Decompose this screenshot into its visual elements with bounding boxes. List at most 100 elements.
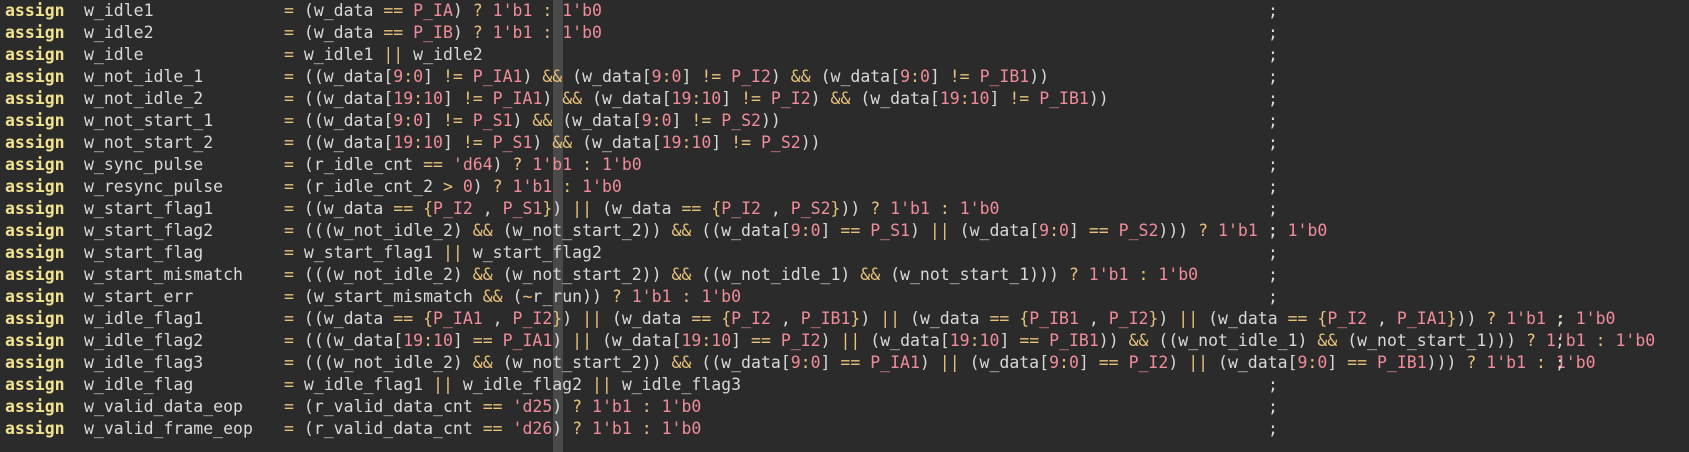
semicolon: ;: [1268, 1, 1278, 20]
assign-target: w_idle2: [84, 23, 154, 42]
code-line[interactable]: assign w_idle_flag2 = (((w_data[19:10] == …: [0, 330, 1689, 352]
code-line[interactable]: assign w_not_idle_1 = ((w_data[9:0] != P_I…: [0, 66, 1689, 88]
semicolon: ;: [1268, 111, 1278, 130]
semicolon: ;: [1268, 221, 1278, 240]
code-area[interactable]: assign w_idle1 = (w_data == P_IA) ? 1'b1 :…: [0, 0, 1689, 440]
assign-target: w_not_idle_1: [84, 67, 204, 86]
code-line[interactable]: assign w_resync_pulse = (r_idle_cnt_2 > 0)…: [0, 176, 1689, 198]
assign-expression: = (((w_data[19:10] == P_IA1) || (w_data[…: [284, 331, 1656, 350]
code-line[interactable]: assign w_start_err = (w_start_mismatch && …: [0, 286, 1689, 308]
assign-target: w_not_start_1: [84, 111, 214, 130]
assign-expression: = (w_data == P_IB) ? 1'b1 : 1'b0: [284, 23, 602, 42]
assign-target: w_start_mismatch: [84, 265, 243, 284]
keyword-token: assign: [5, 45, 65, 64]
assign-target: w_idle1: [84, 1, 154, 20]
keyword-token: assign: [5, 331, 65, 350]
semicolon: ;: [1268, 155, 1278, 174]
keyword-token: assign: [5, 89, 65, 108]
semicolon: ;: [1268, 287, 1278, 306]
keyword-token: assign: [5, 199, 65, 218]
semicolon: ;: [1268, 133, 1278, 152]
keyword-token: assign: [5, 353, 65, 372]
assign-expression: = (((w_not_idle_2) && (w_not_start_2)) &…: [284, 221, 1328, 240]
assign-target: w_idle_flag1: [84, 309, 204, 328]
code-line[interactable]: assign w_idle_flag1 = ((w_data == {P_IA1 ,…: [0, 308, 1689, 330]
code-line[interactable]: assign w_start_flag2 = (((w_not_idle_2) &&…: [0, 220, 1689, 242]
semicolon: ;: [1268, 243, 1278, 262]
keyword-token: assign: [5, 287, 65, 306]
semicolon: ;: [1555, 331, 1565, 350]
semicolon: ;: [1268, 397, 1278, 416]
semicolon: ;: [1268, 23, 1278, 42]
assign-expression: = (r_idle_cnt_2 > 0) ? 1'b1 : 1'b0: [284, 177, 622, 196]
code-line[interactable]: assign w_idle_flag = w_idle_flag1 || w_idl…: [0, 374, 1689, 396]
assign-expression: = ((w_data[9:0] != P_S1) && (w_data[9:0]…: [284, 111, 781, 130]
assign-target: w_idle_flag3: [84, 353, 204, 372]
semicolon: ;: [1268, 375, 1278, 394]
assign-expression: = (r_valid_data_cnt == 'd26) ? 1'b1 : 1'…: [284, 419, 702, 438]
assign-target: w_sync_pulse: [84, 155, 204, 174]
code-line[interactable]: assign w_idle_flag3 = (((w_not_idle_2) && …: [0, 352, 1689, 374]
semicolon: ;: [1268, 199, 1278, 218]
keyword-token: assign: [5, 397, 65, 416]
assign-target: w_idle_flag2: [84, 331, 204, 350]
code-line[interactable]: assign w_not_start_2 = ((w_data[19:10] != …: [0, 132, 1689, 154]
keyword-token: assign: [5, 419, 65, 438]
keyword-token: assign: [5, 155, 65, 174]
keyword-token: assign: [5, 265, 65, 284]
assign-expression: = (((w_not_idle_2) && (w_not_start_2)) &…: [284, 353, 1596, 372]
assign-target: w_valid_data_eop: [84, 397, 243, 416]
assign-target: w_start_flag1: [84, 199, 214, 218]
semicolon: ;: [1268, 265, 1278, 284]
assign-target: w_start_flag2: [84, 221, 214, 240]
keyword-token: assign: [5, 67, 65, 86]
assign-expression: = (w_data == P_IA) ? 1'b1 : 1'b0: [284, 1, 602, 20]
assign-target: w_valid_frame_eop: [84, 419, 253, 438]
assign-target: w_start_err: [84, 287, 194, 306]
semicolon: ;: [1555, 353, 1565, 372]
assign-expression: = ((w_data[19:10] != P_IA1) && (w_data[1…: [284, 89, 1109, 108]
assign-expression: = w_idle_flag1 || w_idle_flag2 || w_idle…: [284, 375, 742, 394]
code-editor[interactable]: assign w_idle1 = (w_data == P_IA) ? 1'b1 :…: [0, 0, 1689, 452]
assign-target: w_not_start_2: [84, 133, 214, 152]
assign-target: w_not_idle_2: [84, 89, 204, 108]
semicolon: ;: [1268, 419, 1278, 438]
code-line[interactable]: assign w_start_flag = w_start_flag1 || w_s…: [0, 242, 1689, 264]
assign-expression: = ((w_data == {P_IA1 , P_I2}) || (w_data…: [284, 309, 1616, 328]
code-line[interactable]: assign w_start_mismatch = (((w_not_idle_2)…: [0, 264, 1689, 286]
code-line[interactable]: assign w_valid_data_eop = (r_valid_data_cn…: [0, 396, 1689, 418]
code-line[interactable]: assign w_start_flag1 = ((w_data == {P_I2 ,…: [0, 198, 1689, 220]
keyword-token: assign: [5, 309, 65, 328]
keyword-token: assign: [5, 375, 65, 394]
code-line[interactable]: assign w_not_idle_2 = ((w_data[19:10] != P…: [0, 88, 1689, 110]
assign-target: w_resync_pulse: [84, 177, 224, 196]
assign-expression: = (((w_not_idle_2) && (w_not_start_2)) &…: [284, 265, 1199, 284]
assign-expression: = ((w_data[9:0] != P_IA1) && (w_data[9:0…: [284, 67, 1050, 86]
semicolon: ;: [1555, 309, 1565, 328]
code-line[interactable]: assign w_idle = w_idle1 || w_idle2;: [0, 44, 1689, 66]
assign-expression: = (r_valid_data_cnt == 'd25) ? 1'b1 : 1'…: [284, 397, 702, 416]
keyword-token: assign: [5, 23, 65, 42]
assign-target: w_idle_flag: [84, 375, 194, 394]
assign-expression: = w_start_flag1 || w_start_flag2: [284, 243, 602, 262]
code-line[interactable]: assign w_idle1 = (w_data == P_IA) ? 1'b1 :…: [0, 0, 1689, 22]
keyword-token: assign: [5, 1, 65, 20]
assign-target: w_start_flag: [84, 243, 204, 262]
code-line[interactable]: assign w_sync_pulse = (r_idle_cnt == 'd64)…: [0, 154, 1689, 176]
keyword-token: assign: [5, 111, 65, 130]
keyword-token: assign: [5, 133, 65, 152]
assign-expression: = ((w_data[19:10] != P_S1) && (w_data[19…: [284, 133, 821, 152]
assign-expression: = (w_start_mismatch && (~r_run)) ? 1'b1 …: [284, 287, 742, 306]
semicolon: ;: [1268, 67, 1278, 86]
keyword-token: assign: [5, 221, 65, 240]
code-line[interactable]: assign w_valid_frame_eop = (r_valid_data_c…: [0, 418, 1689, 440]
semicolon: ;: [1268, 177, 1278, 196]
semicolon: ;: [1268, 89, 1278, 108]
keyword-token: assign: [5, 177, 65, 196]
keyword-token: assign: [5, 243, 65, 262]
assign-expression: = (r_idle_cnt == 'd64) ? 1'b1 : 1'b0: [284, 155, 642, 174]
assign-target: w_idle: [84, 45, 144, 64]
code-line[interactable]: assign w_idle2 = (w_data == P_IB) ? 1'b1 :…: [0, 22, 1689, 44]
semicolon: ;: [1268, 45, 1278, 64]
code-line[interactable]: assign w_not_start_1 = ((w_data[9:0] != P_…: [0, 110, 1689, 132]
